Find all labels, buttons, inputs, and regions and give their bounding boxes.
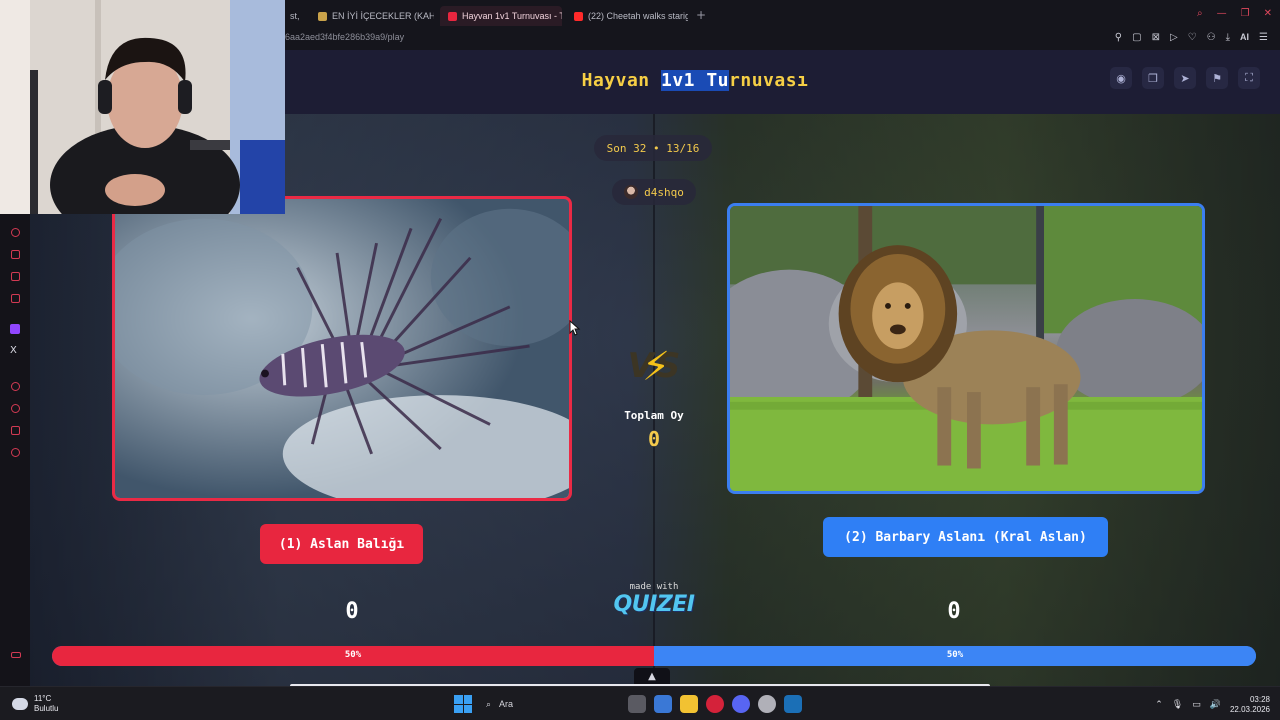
tab-favicon bbox=[318, 11, 327, 21]
heart-icon[interactable]: ♡ bbox=[1188, 32, 1197, 43]
tab-4[interactable]: (22) Cheetah walks staright bbox=[566, 6, 688, 26]
download-icon[interactable]: ⤓ bbox=[1226, 32, 1230, 43]
profile-icon[interactable]: ⚇ bbox=[1207, 32, 1216, 43]
sidebar-clock-icon[interactable] bbox=[11, 404, 20, 413]
windows-taskbar: 11°C Bulutlu ⌕ Ara ⌃ 🎙 ▭ 🔊 03:28 22.03.2… bbox=[0, 686, 1280, 720]
versus-badge: VS ⚡ bbox=[622, 342, 688, 392]
taskbar-apps: ⌕ Ara bbox=[454, 694, 802, 714]
title-part-1: Hayvan bbox=[581, 70, 661, 91]
sidebar-settings-icon[interactable] bbox=[11, 448, 20, 457]
maximize-icon[interactable]: ❐ bbox=[1241, 8, 1250, 19]
vote-left-button[interactable]: (1) Aslan Balığı bbox=[260, 524, 423, 564]
task-view-icon[interactable] bbox=[628, 695, 646, 713]
clock[interactable]: 03:28 22.03.2026 bbox=[1230, 695, 1270, 715]
eye-icon[interactable]: ◉ bbox=[1110, 67, 1132, 89]
opera-gx-icon[interactable] bbox=[706, 695, 724, 713]
tab-label: (22) Cheetah walks staright bbox=[588, 11, 688, 21]
browser-sidebar: X bbox=[0, 214, 30, 686]
minimize-icon[interactable]: — bbox=[1217, 8, 1227, 19]
webcam-overlay bbox=[0, 0, 285, 214]
lightning-icon: ⚡ bbox=[642, 344, 671, 390]
tab-favicon bbox=[448, 11, 457, 21]
weather-widget[interactable]: 11°C Bulutlu bbox=[12, 694, 58, 714]
lionfish-image bbox=[115, 199, 569, 498]
windows-start-icon[interactable] bbox=[454, 695, 472, 713]
flag-icon[interactable]: ⚑ bbox=[1206, 67, 1228, 89]
left-percent-label: 50% bbox=[344, 650, 362, 660]
temperature: 11°C bbox=[34, 694, 52, 703]
user-badge[interactable]: d4shqo bbox=[612, 179, 696, 205]
vote-right-button[interactable]: (2) Barbary Aslanı (Kral Aslan) bbox=[823, 517, 1108, 557]
clock-date: 22.03.2026 bbox=[1229, 705, 1270, 714]
microphone-icon[interactable]: 🎙 bbox=[1172, 700, 1183, 710]
sidebar-history-icon[interactable] bbox=[11, 228, 20, 237]
brand-logo[interactable]: QUIZEI bbox=[604, 592, 704, 617]
chevron-up-icon[interactable]: ⌃ bbox=[1155, 700, 1163, 710]
close-icon[interactable]: ✕ bbox=[1264, 8, 1272, 19]
search-label: Ara bbox=[499, 699, 514, 709]
x-icon[interactable]: X bbox=[10, 345, 17, 356]
window-controls: ⌕ — ❐ ✕ bbox=[1197, 8, 1272, 19]
screenshot-icon[interactable]: ▢ bbox=[1132, 32, 1141, 43]
tab-label: st, bbox=[290, 11, 300, 21]
pin-icon[interactable]: ⚲ bbox=[1115, 32, 1122, 43]
volume-icon[interactable]: 🔊 bbox=[1210, 700, 1221, 710]
title-part-2: rnuvası bbox=[729, 70, 809, 91]
made-with-label: made with bbox=[629, 582, 679, 592]
right-score: 0 bbox=[947, 599, 961, 624]
tab-2[interactable]: EN İYİ İÇECEKLER (KAHVE bbox=[310, 6, 434, 26]
contestant-left-image[interactable] bbox=[112, 196, 572, 501]
sidebar-mail-icon[interactable] bbox=[11, 294, 20, 303]
network-icon[interactable]: ▭ bbox=[1192, 700, 1201, 710]
sidebar-wallet-icon[interactable] bbox=[11, 250, 20, 259]
round-badge: Son 32 • 13/16 bbox=[594, 135, 712, 161]
streamer-webcam-image bbox=[0, 0, 285, 214]
tab-label: Hayvan 1v1 Turnuvası - Ti bbox=[462, 11, 562, 21]
play-icon[interactable]: ▷ bbox=[1170, 32, 1178, 43]
shield-icon[interactable]: ⊠ bbox=[1152, 32, 1160, 43]
fullscreen-icon[interactable]: ⛶ bbox=[1238, 67, 1260, 89]
ai-button[interactable]: AI bbox=[1240, 32, 1249, 43]
cloud-icon bbox=[12, 698, 28, 710]
title-selected-text: 1v1 Tu bbox=[660, 70, 730, 91]
sidebar-extensions-icon[interactable] bbox=[11, 426, 20, 435]
search-icon: ⌕ bbox=[486, 698, 492, 709]
vote-progress-bar: 50% 50% bbox=[52, 646, 1256, 666]
menu-icon[interactable]: ☰ bbox=[1259, 32, 1268, 43]
sidebar-player-icon[interactable] bbox=[11, 382, 20, 391]
steam-icon[interactable] bbox=[784, 695, 802, 713]
weather-condition: Bulutlu bbox=[34, 704, 59, 713]
header-actions: ◉ ❐ ➤ ⚑ ⛶ bbox=[1110, 67, 1260, 89]
sidebar-messages-icon[interactable] bbox=[11, 272, 20, 281]
youtube-icon bbox=[574, 11, 583, 21]
clock-time: 03:28 bbox=[1249, 695, 1270, 704]
search-tabs-icon[interactable]: ⌕ bbox=[1197, 8, 1203, 19]
send-icon[interactable]: ➤ bbox=[1174, 67, 1196, 89]
tab-1[interactable]: st, bbox=[282, 6, 310, 26]
toolbar-icons: ⚲ ▢ ⊠ ▷ ♡ ⚇ ⤓ AI ☰ bbox=[1115, 32, 1268, 43]
discord-icon[interactable] bbox=[732, 695, 750, 713]
total-votes-value: 0 bbox=[647, 427, 661, 451]
tab-3[interactable]: Hayvan 1v1 Turnuvası - Ti bbox=[440, 6, 562, 26]
screen: Hayvan 1v1 Turnuvası ◉ ❐ ➤ ⚑ ⛶ Son 32 • … bbox=[0, 0, 1280, 720]
sidebar-gx-icon[interactable] bbox=[11, 652, 21, 658]
store-icon[interactable] bbox=[654, 695, 672, 713]
contestant-right-image[interactable] bbox=[727, 203, 1205, 494]
total-votes-label: Toplam Oy bbox=[624, 409, 684, 422]
new-tab-button[interactable]: + bbox=[696, 8, 706, 22]
taskbar-search[interactable]: ⌕ Ara bbox=[480, 694, 620, 714]
system-tray: ⌃ 🎙 ▭ 🔊 03:28 22.03.2026 bbox=[1155, 695, 1270, 715]
username: d4shqo bbox=[644, 185, 684, 199]
lion-image bbox=[730, 206, 1202, 491]
twitch-icon[interactable] bbox=[10, 324, 20, 334]
file-explorer-icon[interactable] bbox=[680, 695, 698, 713]
url-field[interactable]: 6aa2aed3f4bfe286b39a9/play bbox=[285, 32, 404, 42]
left-score: 0 bbox=[345, 599, 359, 624]
obs-icon[interactable] bbox=[758, 695, 776, 713]
mouse-cursor-icon bbox=[569, 320, 581, 336]
copy-icon[interactable]: ❐ bbox=[1142, 67, 1164, 89]
tab-label: EN İYİ İÇECEKLER (KAHVE bbox=[332, 11, 434, 21]
right-percent-label: 50% bbox=[946, 650, 964, 660]
avatar bbox=[624, 185, 639, 199]
